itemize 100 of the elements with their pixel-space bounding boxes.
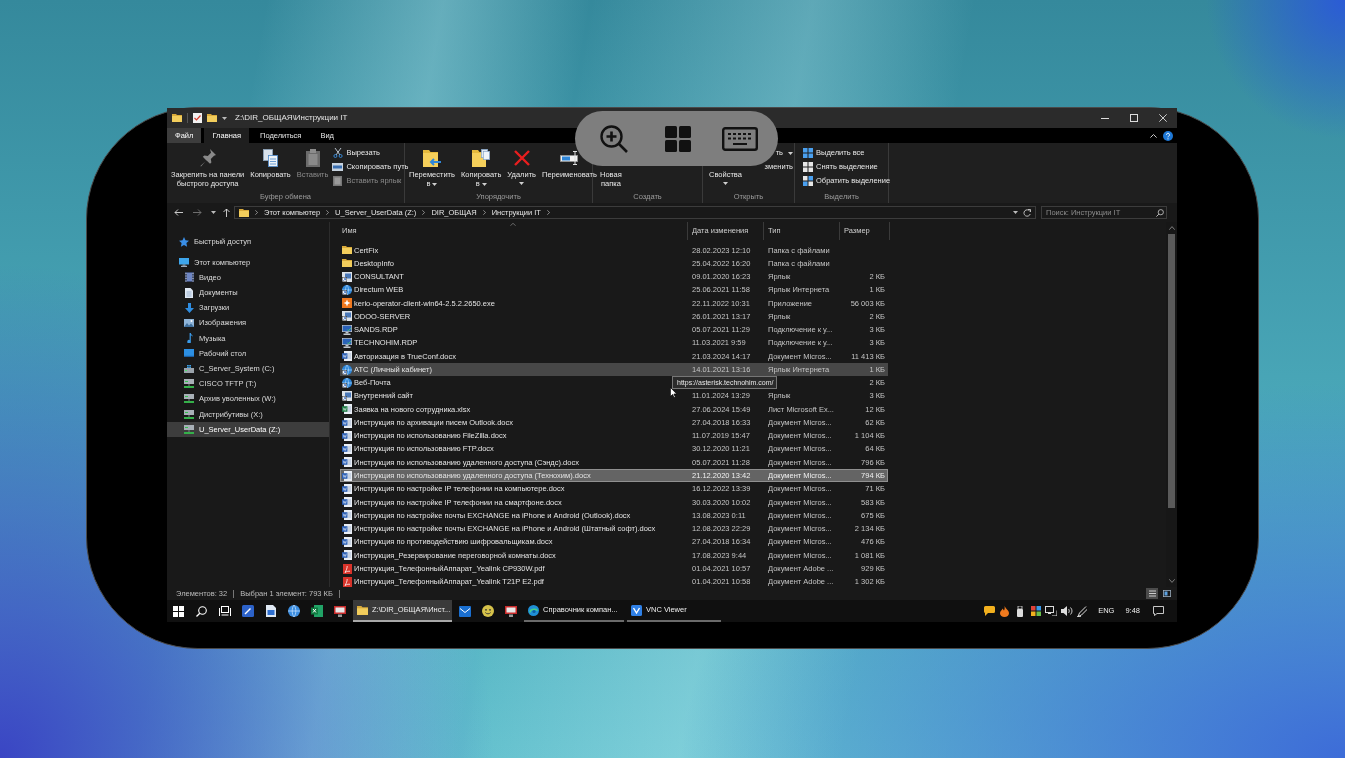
monitor-icon[interactable] — [333, 605, 346, 617]
caret-icon — [1012, 211, 1018, 214]
document-icon — [185, 287, 193, 298]
refresh-icon[interactable] — [1023, 208, 1031, 217]
close-icon — [1158, 114, 1167, 122]
document-icon — [342, 497, 352, 508]
scrollbar-thumb[interactable] — [1168, 234, 1175, 508]
forward-icon[interactable] — [193, 209, 202, 216]
music-note-icon — [185, 333, 193, 344]
globe-icon — [342, 377, 352, 388]
network-drive-icon — [184, 409, 194, 419]
mail-icon[interactable] — [458, 605, 471, 617]
shortcut-icon — [342, 391, 352, 402]
film-icon — [184, 272, 194, 283]
folder-icon[interactable] — [172, 114, 182, 122]
app-icon — [631, 604, 642, 616]
app-icon[interactable] — [1030, 606, 1041, 616]
text-box-icon — [332, 163, 344, 171]
folder-icon — [342, 259, 352, 268]
pen-icon[interactable] — [241, 605, 254, 617]
pdf-icon — [342, 563, 352, 574]
back-icon[interactable] — [174, 209, 183, 216]
monitor-icon — [342, 324, 352, 335]
chevron-icon — [546, 210, 550, 215]
drive-icon — [184, 364, 194, 373]
document-icon — [342, 523, 352, 534]
speaker-icon[interactable] — [1060, 606, 1073, 616]
flame-icon[interactable] — [1000, 605, 1010, 617]
desktop-icon — [184, 349, 194, 358]
search-icon — [1156, 208, 1164, 217]
folder-icon — [342, 246, 352, 255]
tiles-view-button[interactable] — [1161, 588, 1173, 599]
customize-dropdown[interactable] — [221, 114, 227, 122]
computer-icon — [179, 257, 189, 267]
copy-icon — [262, 149, 278, 167]
smiley-icon[interactable] — [481, 605, 494, 617]
document-icon — [342, 550, 352, 561]
pdf-icon — [342, 576, 352, 587]
notification-icon[interactable] — [1153, 606, 1164, 616]
usb-icon[interactable] — [1017, 605, 1024, 617]
pin-icon — [199, 149, 216, 167]
monitor-icon — [342, 338, 352, 348]
chat-icon[interactable] — [983, 606, 995, 616]
monitor-icon[interactable] — [504, 605, 517, 617]
scroll-up-icon[interactable] — [1168, 226, 1175, 230]
up-icon[interactable] — [223, 208, 230, 217]
recent-locations-button[interactable] — [210, 208, 217, 217]
maximize-icon — [1129, 114, 1138, 122]
list-icon — [1148, 590, 1156, 597]
folder-icon — [357, 605, 368, 615]
window-title: Z:\DIR_ОБЩАЯ\Инструкции IT — [235, 112, 348, 124]
clipboard-icon — [305, 149, 320, 167]
plain-grid-icon — [802, 162, 813, 172]
pen-icon[interactable] — [1077, 605, 1088, 617]
network-drive-icon — [184, 394, 194, 404]
document-icon — [342, 351, 352, 362]
document-icon — [342, 536, 352, 547]
globe-icon — [342, 284, 352, 295]
address-dropdown[interactable] — [1011, 208, 1019, 217]
four-squares-icon[interactable] — [665, 125, 691, 152]
folder-icon[interactable] — [207, 114, 217, 122]
task-view-icon[interactable] — [218, 606, 231, 616]
globe-icon — [342, 364, 352, 375]
delete-icon — [513, 150, 530, 166]
folder-pages-icon — [472, 149, 491, 167]
star-icon — [179, 236, 189, 247]
folder-icon — [239, 208, 249, 217]
scroll-down-icon[interactable] — [1168, 579, 1175, 583]
chevron-icon — [482, 210, 486, 215]
document-icon — [342, 470, 352, 481]
document-icon — [342, 510, 352, 521]
keyboard-icon[interactable] — [722, 126, 758, 151]
caret-icon — [221, 116, 227, 120]
shortcut-icon — [342, 311, 352, 322]
help-icon[interactable] — [1163, 130, 1173, 141]
network-drive-icon — [184, 424, 194, 434]
caret-icon — [211, 211, 216, 214]
picture-icon — [184, 319, 194, 328]
minimize-icon — [1100, 117, 1109, 119]
document-icon — [342, 430, 352, 441]
details-view-button[interactable] — [1146, 588, 1158, 599]
search-icon[interactable] — [196, 605, 207, 617]
spreadsheet-icon[interactable] — [310, 605, 323, 617]
start-icon[interactable] — [173, 605, 184, 617]
text-field-cursor-icon — [560, 151, 579, 165]
folder-arrow-icon — [422, 149, 441, 167]
document-icon — [342, 417, 352, 428]
shortcut-icon — [342, 271, 352, 282]
zoom-in-icon[interactable] — [600, 124, 628, 153]
checklist-icon[interactable] — [193, 113, 202, 123]
scissors-icon — [332, 148, 343, 158]
chevron-icon — [326, 210, 330, 215]
grid-icon — [802, 148, 813, 158]
document-icon — [342, 444, 352, 455]
document-icon[interactable] — [265, 605, 276, 617]
chevron-icon — [422, 210, 426, 215]
globe-icon[interactable] — [287, 605, 300, 617]
tiles-icon — [1163, 590, 1171, 597]
collapse-ribbon-icon[interactable] — [1150, 133, 1157, 138]
network-icon[interactable] — [1045, 606, 1058, 616]
